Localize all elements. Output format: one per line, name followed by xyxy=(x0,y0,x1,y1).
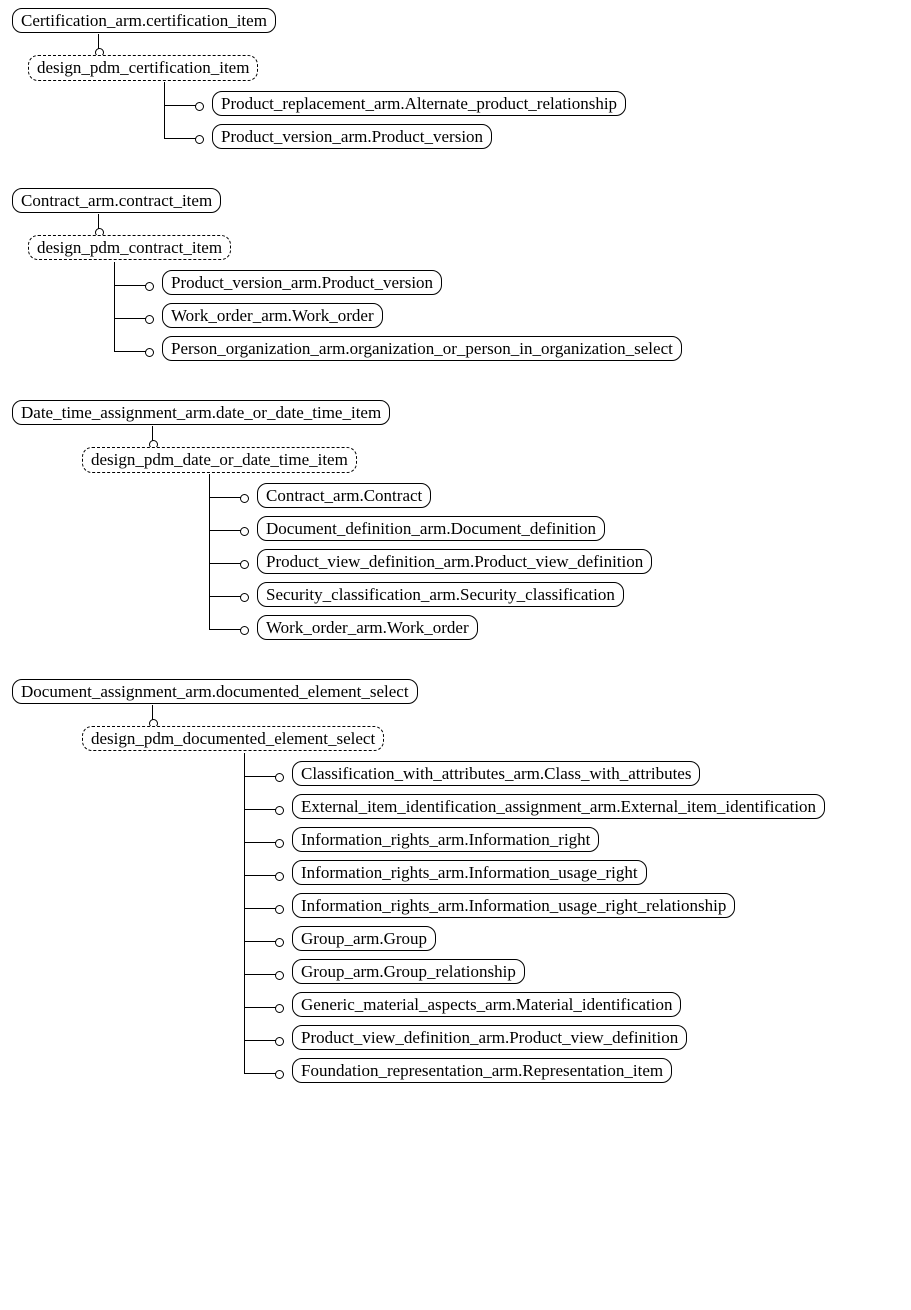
select-member-box: External_item_identification_assignment_… xyxy=(292,794,825,819)
select-type-group: Contract_arm.contract_item design_pdm_con… xyxy=(12,188,911,363)
select-member-box: Classification_with_attributes_arm.Class… xyxy=(292,761,700,786)
select-subtype-box: design_pdm_contract_item xyxy=(28,235,231,260)
select-subtype-box: design_pdm_certification_item xyxy=(28,55,258,80)
select-subtype-box: design_pdm_documented_element_select xyxy=(82,726,384,751)
select-member-box: Work_order_arm.Work_order xyxy=(162,303,383,328)
select-member-box: Person_organization_arm.organization_or_… xyxy=(162,336,682,361)
supertype-connector xyxy=(98,34,99,56)
supertype-connector xyxy=(98,214,99,236)
select-member-box: Generic_material_aspects_arm.Material_id… xyxy=(292,992,681,1017)
select-members: Product_version_arm.Product_version Work_… xyxy=(12,270,911,362)
select-member-box: Information_rights_arm.Information_right xyxy=(292,827,599,852)
select-supertype-box: Date_time_assignment_arm.date_or_date_ti… xyxy=(12,400,390,425)
select-member-box: Product_version_arm.Product_version xyxy=(162,270,442,295)
select-member-box: Work_order_arm.Work_order xyxy=(257,615,478,640)
select-member-box: Group_arm.Group_relationship xyxy=(292,959,525,984)
supertype-connector xyxy=(152,705,153,727)
express-g-diagram: Certification_arm.certification_itemdesi… xyxy=(12,8,911,1084)
select-member-box: Contract_arm.Contract xyxy=(257,483,431,508)
select-members: Classification_with_attributes_arm.Class… xyxy=(12,761,911,1084)
select-member-box: Information_rights_arm.Information_usage… xyxy=(292,860,647,885)
select-type-group: Certification_arm.certification_itemdesi… xyxy=(12,8,911,150)
select-member-box: Product_view_definition_arm.Product_view… xyxy=(257,549,652,574)
select-member-box: Information_rights_arm.Information_usage… xyxy=(292,893,735,918)
select-member-box: Product_view_definition_arm.Product_view… xyxy=(292,1025,687,1050)
select-member-box: Security_classification_arm.Security_cla… xyxy=(257,582,624,607)
select-type-group: Date_time_assignment_arm.date_or_date_ti… xyxy=(12,400,911,641)
select-member-box: Product_replacement_arm.Alternate_produc… xyxy=(212,91,626,116)
supertype-connector xyxy=(152,426,153,448)
select-subtype-box: design_pdm_date_or_date_time_item xyxy=(82,447,357,472)
select-supertype-box: Document_assignment_arm.documented_eleme… xyxy=(12,679,418,704)
select-type-group: Document_assignment_arm.documented_eleme… xyxy=(12,679,911,1085)
select-supertype-box: Certification_arm.certification_item xyxy=(12,8,276,33)
select-supertype-box: Contract_arm.contract_item xyxy=(12,188,221,213)
select-member-box: Foundation_representation_arm.Representa… xyxy=(292,1058,672,1083)
select-member-box: Document_definition_arm.Document_definit… xyxy=(257,516,605,541)
select-members: Contract_arm.Contract Document_definition… xyxy=(12,483,911,641)
select-member-box: Group_arm.Group xyxy=(292,926,436,951)
select-members: Product_replacement_arm.Alternate_produc… xyxy=(12,91,911,150)
select-member-box: Product_version_arm.Product_version xyxy=(212,124,492,149)
